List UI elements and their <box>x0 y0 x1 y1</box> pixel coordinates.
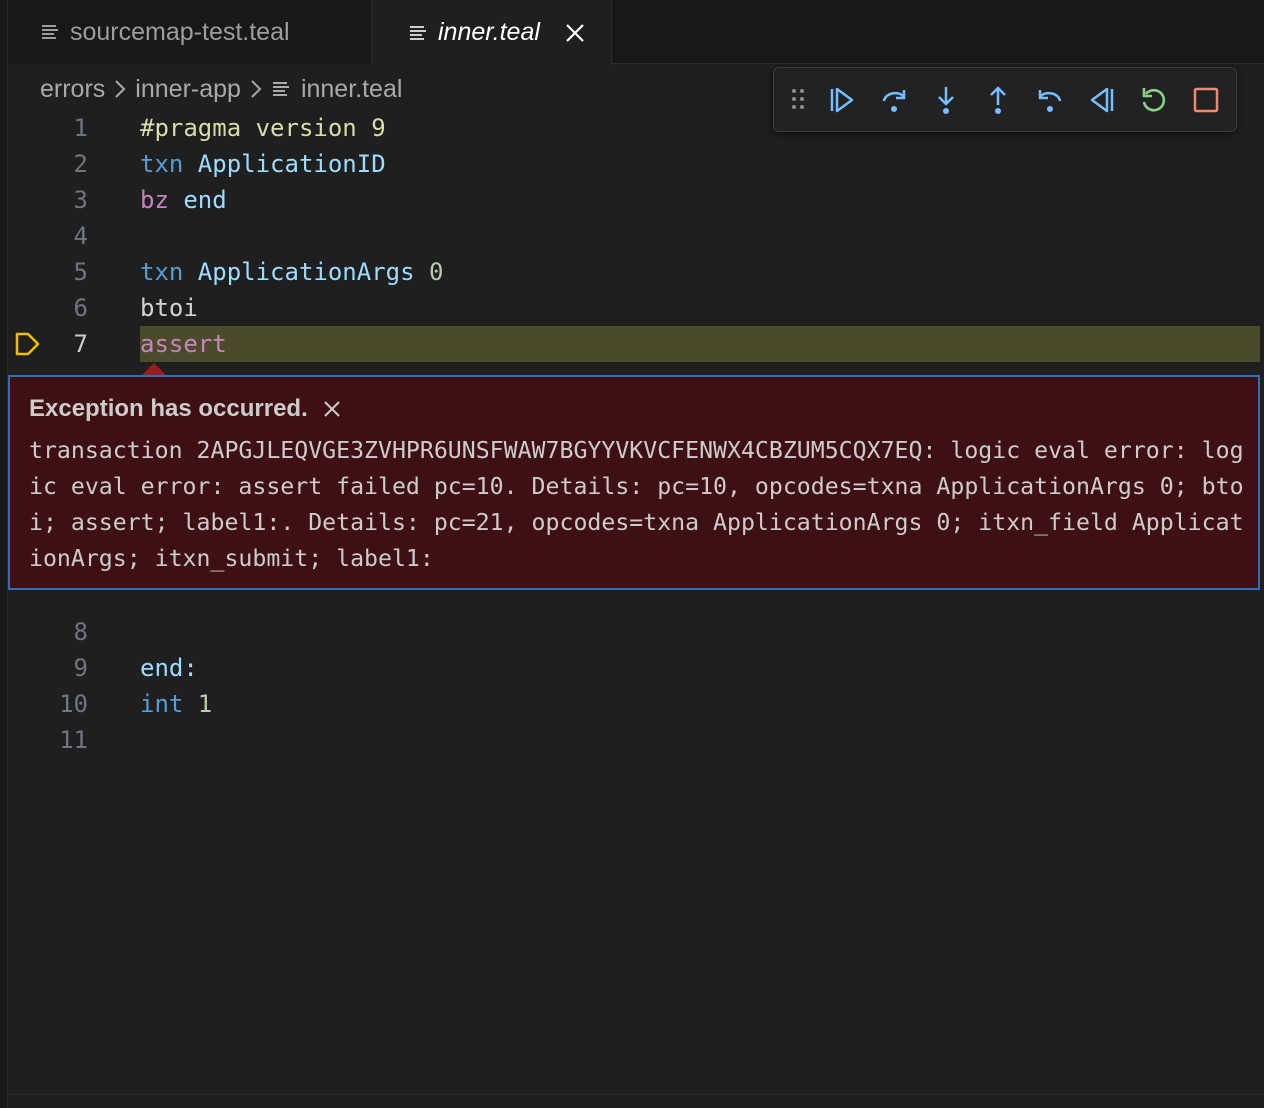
code-line: 9 end: <box>73 654 198 682</box>
stack-frame-pointer-icon[interactable] <box>14 331 42 357</box>
breadcrumb-item-inner-app[interactable]: inner-app <box>135 75 241 104</box>
tab-inner-teal[interactable]: inner.teal <box>372 0 612 65</box>
exception-title: Exception has occurred. <box>29 395 342 423</box>
tab-label: inner.teal <box>438 18 540 46</box>
tab-sourcemap-test[interactable]: sourcemap-test.teal <box>8 0 372 64</box>
breadcrumb-item-errors[interactable]: errors <box>40 75 105 104</box>
code-line: 2 txn ApplicationID <box>73 150 386 178</box>
code-line: 6 btoi <box>73 294 198 322</box>
exception-widget: Exception has occurred. transaction 2APG… <box>8 375 1260 590</box>
code-line: 8 <box>73 618 88 646</box>
code-line: 1 #pragma version 9 <box>73 114 386 142</box>
breadcrumb: errors inner-app inner.teal <box>40 70 402 108</box>
code-line-current: 7 assert <box>73 330 227 358</box>
close-icon[interactable] <box>322 399 342 419</box>
code-line: 4 <box>73 222 88 250</box>
code-line: 5 txn ApplicationArgs 0 <box>73 258 444 286</box>
horizontal-scrollbar-track[interactable] <box>8 1094 1264 1095</box>
chevron-right-icon <box>115 80 126 98</box>
exception-pointer <box>142 363 166 375</box>
editor-tab-bar: sourcemap-test.teal inner.teal <box>8 0 1264 65</box>
tab-label: sourcemap-test.teal <box>70 17 290 46</box>
file-lines-icon <box>42 25 58 39</box>
close-icon[interactable] <box>564 22 586 44</box>
file-lines-icon <box>410 25 426 40</box>
code-line: 10 int 1 <box>59 690 213 718</box>
code-line: 11 <box>59 726 88 754</box>
file-lines-icon <box>272 82 289 96</box>
chevron-right-icon <box>251 80 262 98</box>
code-line: 3 bz end <box>73 186 227 214</box>
breadcrumb-item-file[interactable]: inner.teal <box>301 75 402 104</box>
exception-message: transaction 2APGJLEQVGE3ZVHPR6UNSFWAW7BG… <box>29 437 1244 572</box>
